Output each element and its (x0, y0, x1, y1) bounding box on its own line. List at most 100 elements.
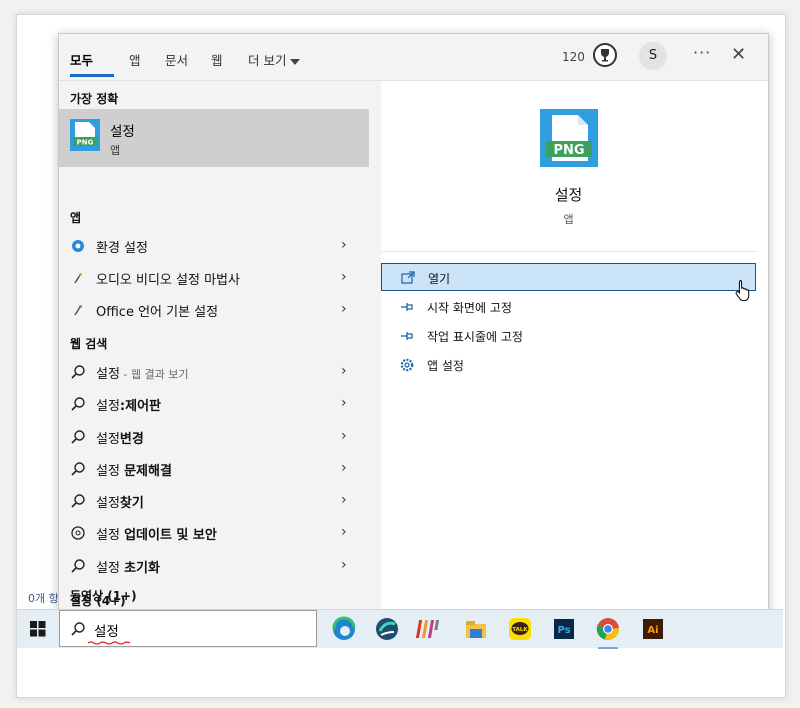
svg-text:TALK: TALK (512, 627, 528, 633)
web-result[interactable]: 설정찾기 › (59, 486, 369, 516)
web-search-heading: 웹 검색 (70, 337, 108, 351)
action-label: 앱 설정 (427, 359, 464, 373)
web-result[interactable]: 설정 - 웹 결과 보기 › (59, 357, 369, 387)
chevron-right-icon[interactable]: › (341, 524, 347, 540)
close-icon[interactable]: ✕ (731, 44, 746, 65)
hand-cursor-icon (735, 280, 750, 301)
web-result-bold: 찾기 (119, 496, 144, 511)
user-avatar[interactable]: S (639, 42, 667, 70)
best-match-subtitle: 앱 (110, 144, 121, 157)
tab-web[interactable]: 웹 (211, 50, 223, 69)
best-match-item[interactable]: PNG 설정 앱 (59, 109, 369, 167)
chevron-right-icon[interactable]: › (341, 557, 347, 573)
chevron-right-icon[interactable]: › (341, 460, 347, 476)
divider (381, 251, 756, 252)
web-result[interactable]: 설정변경 › (59, 422, 369, 452)
chevron-right-icon[interactable]: › (341, 237, 347, 253)
chevron-right-icon[interactable]: › (341, 363, 347, 379)
illustrator-icon[interactable]: Ai (639, 615, 667, 643)
action-label: 작업 표시줄에 고정 (427, 330, 523, 344)
web-result-plain: 설정 (96, 561, 125, 576)
chevron-right-icon[interactable]: › (341, 395, 347, 411)
svg-text:Ps: Ps (557, 625, 570, 636)
app-result-environment-settings[interactable]: 환경 설정 › (59, 231, 369, 261)
pin-to-start-action[interactable]: 시작 화면에 고정 (381, 293, 756, 321)
svg-text:Ai: Ai (647, 625, 658, 636)
running-indicator (598, 647, 618, 649)
active-tab-indicator (70, 74, 114, 77)
app-result-office-language[interactable]: Office 언어 기본 설정 › (59, 295, 369, 325)
chevron-right-icon[interactable]: › (341, 301, 347, 317)
web-result-bold: 문제해결 (124, 464, 172, 479)
gear-icon (72, 240, 84, 252)
search-icon (71, 622, 85, 636)
app-result-label: Office 언어 기본 설정 (96, 305, 219, 320)
tab-more[interactable]: 더 보기 (248, 50, 301, 69)
photoshop-icon[interactable]: Ps (550, 615, 578, 643)
chevron-right-icon[interactable]: › (341, 428, 347, 444)
svg-text:PNG: PNG (553, 143, 584, 158)
web-search-icon (71, 526, 85, 540)
desktop-hint: 0개 항 (28, 592, 59, 605)
search-filter-bar: 모두 앱 문서 웹 더 보기 120 S ··· ✕ (59, 34, 768, 81)
colorful-app-icon[interactable] (415, 615, 444, 643)
rewards-trophy-icon[interactable] (593, 43, 617, 67)
caret-down-icon (290, 58, 301, 65)
search-query: 설정 (94, 624, 119, 640)
gear-icon (400, 358, 414, 372)
tab-apps[interactable]: 앱 (129, 50, 141, 69)
tab-more-label: 더 보기 (248, 53, 287, 68)
web-result-bold: 변경 (119, 432, 144, 447)
chevron-right-icon[interactable]: › (341, 269, 347, 285)
wand-icon (74, 273, 82, 284)
tab-documents[interactable]: 문서 (165, 50, 188, 69)
results-list: 가장 정확 PNG 설정 앱 앱 환경 설정 › 오디오 비디오 설정 마법사 … (59, 81, 379, 610)
web-result[interactable]: 설정 문제해결 › (59, 454, 369, 484)
best-match-title: 설정 (110, 124, 135, 140)
pin-icon (401, 332, 413, 340)
web-result[interactable]: 설정:제어판 › (59, 389, 369, 419)
sync-app-icon[interactable] (373, 615, 401, 643)
search-icon (71, 494, 85, 508)
search-icon (71, 462, 85, 476)
ime-underline (88, 641, 131, 645)
pin-icon (401, 303, 413, 311)
reward-count: 120 (562, 50, 585, 64)
apps-heading: 앱 (70, 211, 82, 225)
web-result-plain: 설정 (96, 496, 120, 511)
preview-title: 설정 (554, 186, 583, 204)
app-result-label: 환경 설정 (96, 241, 148, 256)
wand-icon (74, 305, 82, 316)
windows-start-icon[interactable] (30, 621, 46, 637)
taskbar-search-box[interactable]: 설정 (59, 610, 317, 647)
start-search-panel: 모두 앱 문서 웹 더 보기 120 S ··· ✕ 가장 정확 PNG 설정 … (58, 33, 769, 611)
chevron-right-icon[interactable]: › (341, 492, 347, 508)
open-icon (401, 271, 415, 284)
web-result[interactable]: 설정 초기화 › (59, 551, 369, 581)
preview-subtitle: 앱 (563, 213, 574, 226)
chrome-icon[interactable] (594, 615, 622, 649)
search-icon (71, 397, 85, 411)
search-icon (71, 430, 85, 444)
tab-all[interactable]: 모두 (70, 50, 93, 69)
kakaotalk-icon[interactable]: TALK (506, 615, 534, 643)
pin-to-taskbar-action[interactable]: 작업 표시줄에 고정 (381, 322, 756, 350)
web-result-plain: 설정 (96, 367, 120, 382)
search-icon (71, 559, 85, 573)
open-action[interactable]: 열기 (381, 263, 756, 291)
web-result-hint: - 웹 결과 보기 (119, 368, 189, 381)
file-explorer-icon[interactable] (462, 615, 490, 643)
app-result-av-wizard[interactable]: 오디오 비디오 설정 마법사 › (59, 263, 369, 293)
edge-icon[interactable] (330, 615, 358, 643)
png-file-icon: PNG (540, 109, 598, 167)
svg-text:PNG: PNG (77, 139, 94, 147)
web-result[interactable]: 설정 업데이트 및 보안 › (59, 518, 369, 548)
web-result-bold: 초기화 (124, 561, 160, 576)
more-options-icon[interactable]: ··· (693, 43, 711, 62)
web-result-bold: :제어판 (119, 399, 162, 414)
web-result-plain: 설정 (96, 399, 120, 414)
app-settings-action[interactable]: 앱 설정 (381, 351, 756, 379)
web-result-plain: 설정 (96, 432, 120, 447)
png-file-icon: PNG (70, 119, 100, 151)
videos-group-heading[interactable]: 동영상 (1+) (70, 587, 137, 604)
